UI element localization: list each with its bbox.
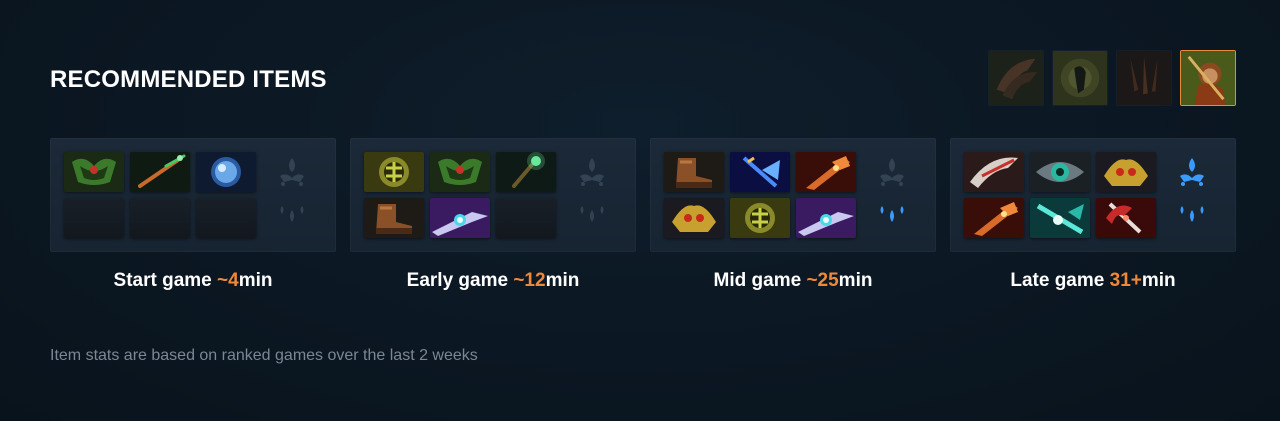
phase-time-unit: min <box>238 270 273 291</box>
maelstrom-icon <box>730 198 790 238</box>
phase-label: Mid game ~25min <box>650 270 936 292</box>
phase-label: Start game ~4min <box>50 270 336 292</box>
hero-variant-tabs <box>988 50 1236 106</box>
empty-item-slot <box>196 198 256 238</box>
power-treads-icon <box>364 198 424 238</box>
item-build-panel <box>950 138 1236 252</box>
phase-label: Late game 31+min <box>950 270 1236 292</box>
empty-item-slot <box>64 198 124 238</box>
facet-claw-tab[interactable] <box>988 50 1044 106</box>
neutral-drop-slot[interactable] <box>574 200 610 232</box>
phase-column: Mid game ~25min <box>650 138 936 292</box>
section-title: RECOMMENDED ITEMS <box>50 66 327 93</box>
item-slot[interactable] <box>664 198 724 238</box>
power-treads-icon <box>664 152 724 192</box>
faerie-fire-icon <box>130 152 190 192</box>
item-slot[interactable] <box>1030 198 1090 238</box>
neutral-token-slot[interactable] <box>274 156 310 188</box>
neutral-drop-slot[interactable] <box>274 200 310 232</box>
sange-helm-icon <box>1096 152 1156 192</box>
item-slot[interactable] <box>430 198 490 238</box>
phase-label: Early game ~12min <box>350 270 636 292</box>
item-slot[interactable] <box>796 198 856 238</box>
stats-footnote: Item stats are based on ranked games ove… <box>50 347 478 364</box>
phase-time-value: 31+ <box>1109 270 1142 291</box>
facet-monkey-tab[interactable] <box>1052 50 1108 106</box>
phase-time-value: ~12 <box>513 270 546 291</box>
phase-time-unit: min <box>838 270 873 291</box>
phase-time-value: ~25 <box>806 270 839 291</box>
item-slot[interactable] <box>964 198 1024 238</box>
empty-item-slot <box>130 198 190 238</box>
facet-claw-dark-tab[interactable] <box>1116 50 1172 106</box>
item-build-panel <box>650 138 936 252</box>
item-slot[interactable] <box>64 152 124 192</box>
neutral-drop-icon <box>580 206 604 222</box>
item-slot[interactable] <box>196 152 256 192</box>
item-slot[interactable] <box>964 152 1024 192</box>
neutral-drop-icon <box>280 206 304 222</box>
maelstrom-icon <box>364 152 424 192</box>
diffusal-blade-icon <box>796 198 856 238</box>
item-slot[interactable] <box>364 152 424 192</box>
item-slot[interactable] <box>1096 152 1156 192</box>
sange-helm-icon <box>664 198 724 238</box>
desolator-icon <box>964 198 1024 238</box>
neutral-token-slot[interactable] <box>1174 156 1210 188</box>
facet-claw-icon <box>989 51 1043 105</box>
hero-monkey-king-icon <box>1181 51 1235 105</box>
neutral-token-icon <box>280 158 304 186</box>
item-slot[interactable] <box>364 198 424 238</box>
item-slot[interactable] <box>796 152 856 192</box>
phase-time-unit: min <box>545 270 580 291</box>
empty-item-slot <box>496 198 556 238</box>
item-build-panel <box>350 138 636 252</box>
item-slot[interactable] <box>1096 198 1156 238</box>
neutral-token-icon <box>1180 158 1204 186</box>
item-slot[interactable] <box>730 198 790 238</box>
item-slot[interactable] <box>496 152 556 192</box>
facet-claw-dark-icon <box>1117 51 1171 105</box>
phase-time-value: ~4 <box>217 270 239 291</box>
diffusal-blade-icon <box>430 198 490 238</box>
phase-name: Start game <box>113 270 218 291</box>
phase-time-unit: min <box>1141 270 1176 291</box>
neutral-token-slot[interactable] <box>574 156 610 188</box>
wraith-band-icon <box>430 152 490 192</box>
item-slot[interactable] <box>730 152 790 192</box>
neutral-token-icon <box>580 158 604 186</box>
wraith-band-icon <box>64 152 124 192</box>
blue-scepter-icon <box>730 152 790 192</box>
facet-monkey-silhouette-icon <box>1053 51 1107 105</box>
abyssal-blade-icon <box>1030 198 1090 238</box>
neutral-drop-slot[interactable] <box>1174 200 1210 232</box>
item-slot[interactable] <box>130 152 190 192</box>
neutral-drop-slot[interactable] <box>874 200 910 232</box>
phase-name: Early game <box>406 270 514 291</box>
neutral-drop-icon <box>880 206 904 222</box>
item-slot[interactable] <box>430 152 490 192</box>
neutral-drop-icon <box>1180 206 1204 222</box>
neutral-token-icon <box>880 158 904 186</box>
phase-name: Late game <box>1010 270 1110 291</box>
desolator-icon <box>796 152 856 192</box>
hero-portrait-tab[interactable] <box>1180 50 1236 106</box>
phase-name: Mid game <box>713 270 807 291</box>
phase-column: Start game ~4min <box>50 138 336 292</box>
item-slot[interactable] <box>1030 152 1090 192</box>
neutral-token-slot[interactable] <box>874 156 910 188</box>
battle-fury-icon <box>964 152 1024 192</box>
orb-icon <box>196 152 256 192</box>
eye-of-skadi-icon <box>1030 152 1090 192</box>
magic-wand-icon <box>496 152 556 192</box>
phase-column: Late game 31+min <box>950 138 1236 292</box>
item-slot[interactable] <box>664 152 724 192</box>
item-build-panel <box>50 138 336 252</box>
crimson-daedalus-icon <box>1096 198 1156 238</box>
phase-column: Early game ~12min <box>350 138 636 292</box>
